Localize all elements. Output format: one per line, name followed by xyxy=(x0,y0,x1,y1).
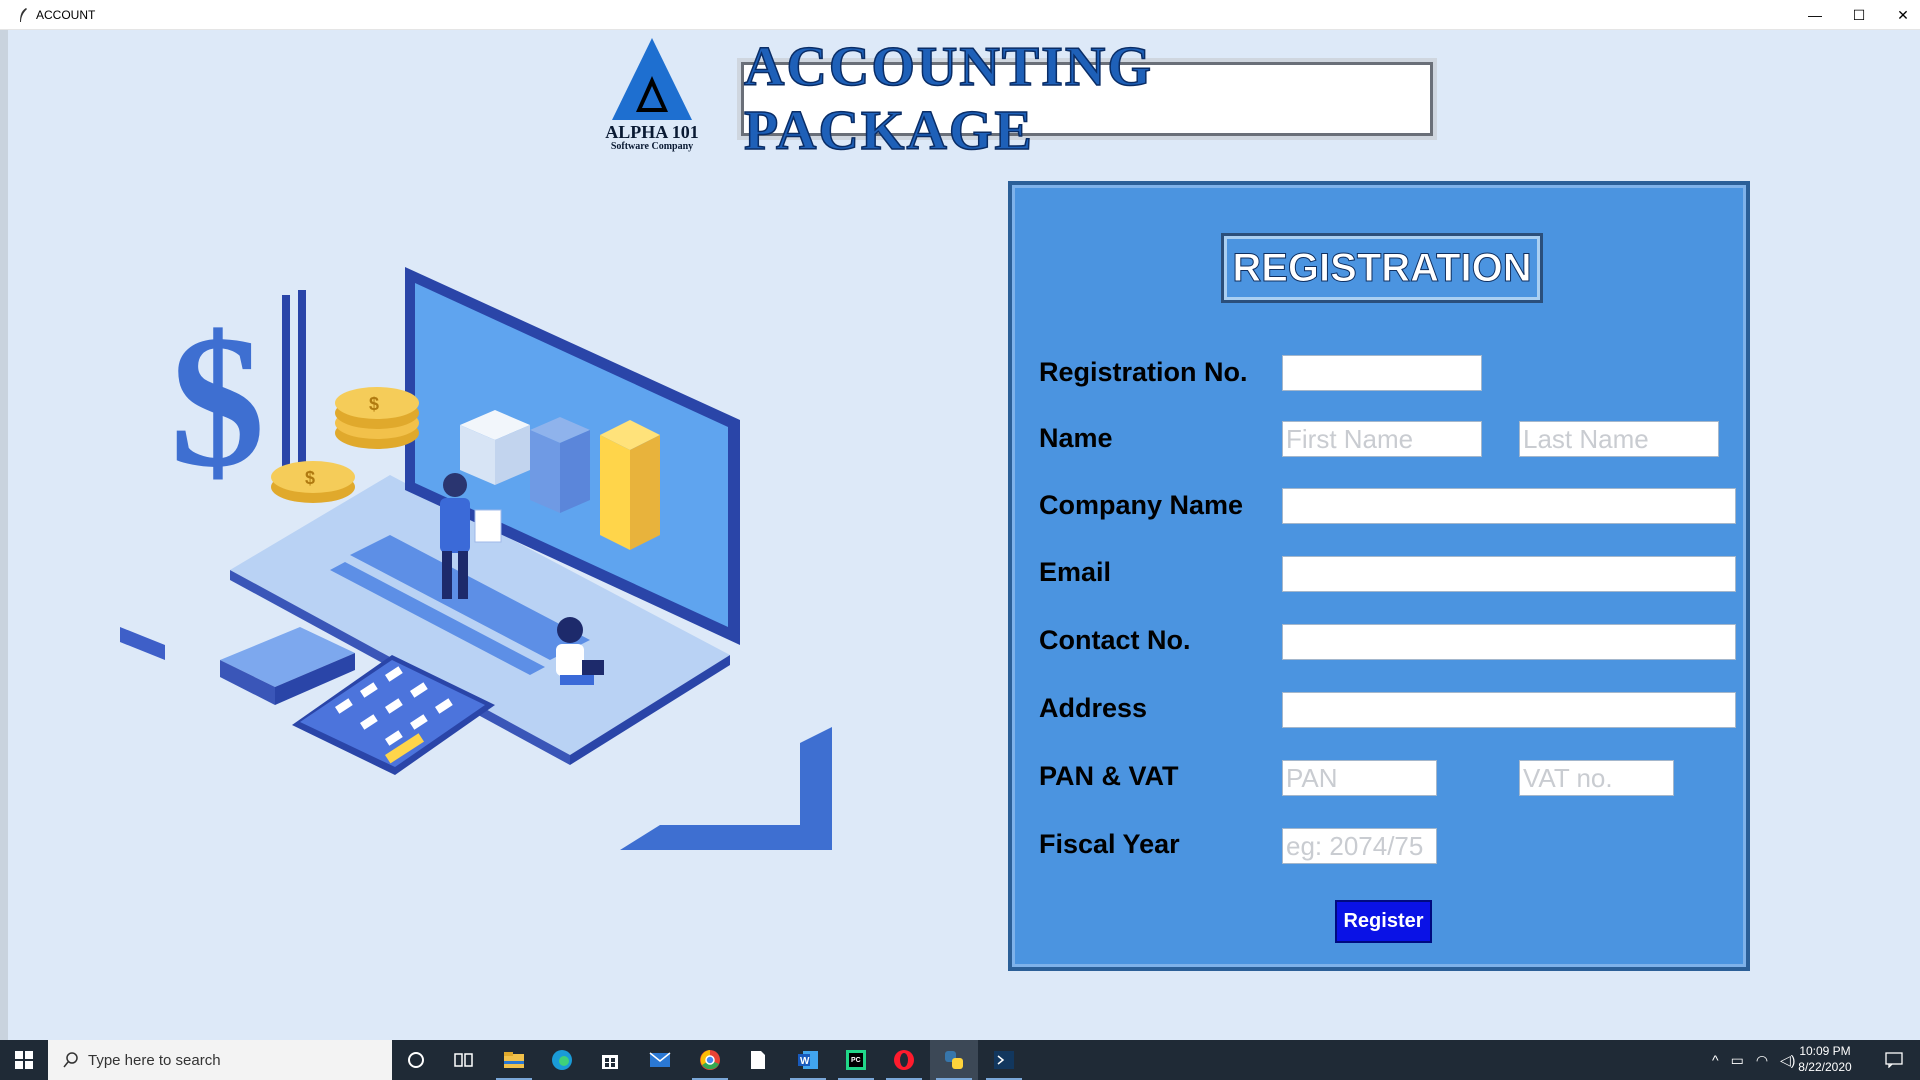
python-icon[interactable] xyxy=(930,1040,978,1080)
chrome-icon[interactable] xyxy=(686,1040,734,1080)
registration-no-input[interactable] xyxy=(1282,355,1482,391)
task-view-icon[interactable] xyxy=(440,1040,488,1080)
word-icon[interactable]: W xyxy=(784,1040,832,1080)
registration-title-box: REGISTRATION xyxy=(1221,233,1543,303)
company-name-label: Company Name xyxy=(1039,490,1244,520)
vat-input[interactable] xyxy=(1519,760,1674,796)
email-input[interactable] xyxy=(1282,556,1736,592)
minimize-button[interactable]: — xyxy=(1792,0,1838,30)
wifi-icon[interactable]: ◠ xyxy=(1756,1052,1768,1069)
maximize-button[interactable]: ☐ xyxy=(1836,0,1882,30)
pan-vat-label: PAN & VAT xyxy=(1039,761,1179,791)
clock-date: 8/22/2020 xyxy=(1798,1060,1852,1074)
store-icon[interactable] xyxy=(586,1040,634,1080)
file-explorer-icon[interactable] xyxy=(490,1040,538,1080)
taskbar: Type here to search W PC ^ ▭ ◠ ◁) 10:09 … xyxy=(0,1040,1920,1080)
svg-text:$: $ xyxy=(170,297,265,507)
notepad-icon[interactable] xyxy=(734,1040,782,1080)
banner-title: ACCOUNTING PACKAGE xyxy=(743,35,1153,163)
close-button[interactable]: ✕ xyxy=(1880,0,1920,30)
accounting-illustration: $ $ $ xyxy=(120,267,832,850)
start-button[interactable] xyxy=(0,1040,48,1080)
registration-no-label: Registration No. xyxy=(1039,357,1248,387)
search-icon xyxy=(63,1052,78,1068)
app-banner: ACCOUNTING PACKAGE xyxy=(737,35,1437,163)
alpha-triangle-icon xyxy=(612,38,692,120)
window-titlebar: ACCOUNT — ☐ ✕ xyxy=(0,0,1920,30)
opera-icon[interactable] xyxy=(880,1040,928,1080)
terminal-icon[interactable] xyxy=(980,1040,1028,1080)
logo-subtitle: Software Company xyxy=(610,141,694,152)
system-tray[interactable]: ^ ▭ ◠ ◁) xyxy=(1712,1040,1795,1080)
contact-no-input[interactable] xyxy=(1282,624,1736,660)
notification-icon[interactable] xyxy=(1870,1040,1918,1080)
battery-icon[interactable]: ▭ xyxy=(1731,1052,1744,1069)
cortana-icon[interactable] xyxy=(392,1040,440,1080)
email-label: Email xyxy=(1039,557,1112,587)
registration-panel: REGISTRATION Registration No. Name Compa… xyxy=(1008,181,1750,971)
mail-icon[interactable] xyxy=(636,1040,684,1080)
feather-icon xyxy=(20,8,27,22)
chevron-up-icon[interactable]: ^ xyxy=(1712,1052,1719,1068)
company-logo: ALPHA 101 Software Company xyxy=(600,36,704,154)
address-label: Address xyxy=(1039,693,1148,723)
svg-text:$: $ xyxy=(369,394,379,414)
fiscal-year-input[interactable] xyxy=(1282,828,1437,864)
windows-icon xyxy=(15,1051,33,1069)
logo-name: ALPHA 101 xyxy=(605,122,699,142)
search-placeholder: Type here to search xyxy=(88,1052,221,1069)
contact-no-label: Contact No. xyxy=(1039,625,1191,655)
svg-text:W: W xyxy=(800,1056,810,1067)
fiscal-year-label: Fiscal Year xyxy=(1039,829,1180,859)
clock-time: 10:09 PM xyxy=(1799,1044,1851,1058)
register-button[interactable]: Register xyxy=(1335,900,1432,943)
last-name-input[interactable] xyxy=(1519,421,1719,457)
company-name-input[interactable] xyxy=(1282,488,1736,524)
banner-frame: ACCOUNTING PACKAGE xyxy=(741,35,1433,163)
address-input[interactable] xyxy=(1282,692,1736,728)
svg-text:$: $ xyxy=(305,468,315,488)
first-name-input[interactable] xyxy=(1282,421,1482,457)
edge-icon[interactable] xyxy=(538,1040,586,1080)
svg-text:PC: PC xyxy=(851,1057,861,1064)
taskbar-search[interactable]: Type here to search xyxy=(48,1040,392,1080)
registration-title: REGISTRATION xyxy=(1232,245,1532,290)
pycharm-icon[interactable]: PC xyxy=(832,1040,880,1080)
name-label: Name xyxy=(1039,423,1113,453)
taskbar-clock[interactable]: 10:09 PM 8/22/2020 xyxy=(1790,1043,1860,1075)
window-edge xyxy=(0,30,8,1040)
pan-input[interactable] xyxy=(1282,760,1437,796)
window-title: ACCOUNT xyxy=(36,8,96,22)
